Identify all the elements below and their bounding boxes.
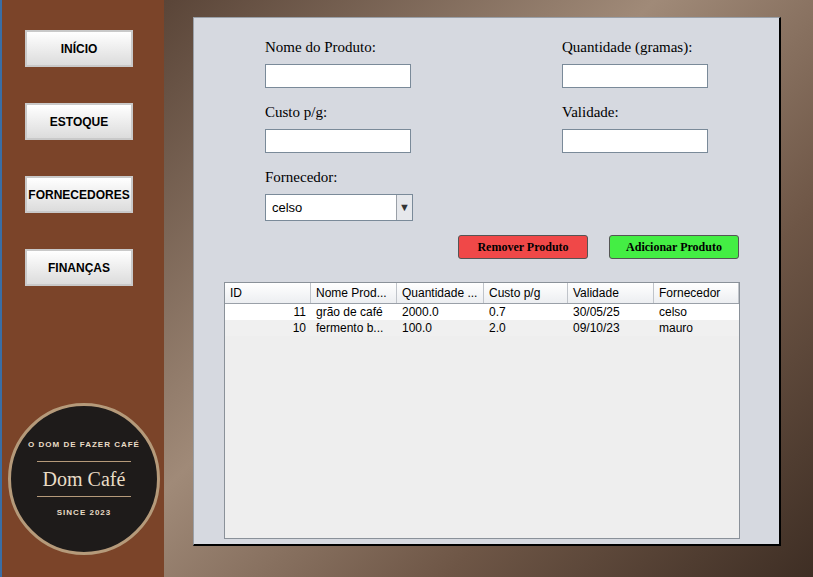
text-input[interactable] bbox=[265, 129, 411, 153]
table-cell: 09/10/23 bbox=[568, 320, 654, 336]
form-field: Quantidade (gramas): bbox=[562, 38, 779, 88]
table-cell: 100.0 bbox=[397, 320, 484, 336]
form-field: Custo p/g: bbox=[265, 103, 562, 153]
product-form: Nome do Produto:Quantidade (gramas):Cust… bbox=[194, 18, 779, 221]
column-header[interactable]: Validade bbox=[568, 283, 654, 303]
table-cell: 11 bbox=[225, 304, 311, 320]
column-header[interactable]: Custo p/g bbox=[484, 283, 568, 303]
table-cell: 2000.0 bbox=[397, 304, 484, 320]
product-panel: Nome do Produto:Quantidade (gramas):Cust… bbox=[193, 17, 781, 546]
table-row[interactable]: 10fermento b...100.02.009/10/23mauro bbox=[225, 320, 739, 336]
table-header: IDNome Prod...Quantidade ...Custo p/gVal… bbox=[225, 283, 739, 304]
remove-product-button[interactable]: Remover Produto bbox=[458, 235, 588, 259]
text-input[interactable] bbox=[265, 64, 411, 88]
table-row[interactable]: 11grão de café2000.00.730/05/25celso bbox=[225, 304, 739, 320]
table-cell: 0.7 bbox=[484, 304, 568, 320]
column-header[interactable]: Nome Prod... bbox=[311, 283, 397, 303]
dropdown-arrow-icon[interactable]: ▼ bbox=[396, 195, 412, 220]
background-photo: Nome do Produto:Quantidade (gramas):Cust… bbox=[164, 0, 813, 577]
sidebar-item[interactable]: INÍCIO bbox=[25, 30, 133, 67]
text-input[interactable] bbox=[562, 64, 708, 88]
add-product-button[interactable]: Adicionar Produto bbox=[609, 235, 739, 259]
column-header[interactable]: Quantidade ... bbox=[397, 283, 484, 303]
table-cell: mauro bbox=[654, 320, 739, 336]
sidebar-item[interactable]: ESTOQUE bbox=[25, 103, 133, 140]
table-cell: celso bbox=[654, 304, 739, 320]
sidebar: INÍCIO ESTOQUE FORNECEDORES FINANÇAS O DOM D… bbox=[0, 0, 164, 577]
column-header[interactable]: ID bbox=[225, 283, 311, 303]
text-input[interactable] bbox=[562, 129, 708, 153]
column-header[interactable]: Fornecedor bbox=[654, 283, 739, 303]
table-cell: 2.0 bbox=[484, 320, 568, 336]
form-field: Validade: bbox=[562, 103, 779, 153]
supplier-select[interactable]: celso▼ bbox=[265, 194, 413, 221]
action-buttons: Remover Produto Adicionar Produto bbox=[194, 235, 779, 259]
product-table: IDNome Prod...Quantidade ...Custo p/gVal… bbox=[224, 282, 740, 539]
table-cell: grão de café bbox=[311, 304, 397, 320]
table-cell: 30/05/25 bbox=[568, 304, 654, 320]
form-field: Nome do Produto: bbox=[265, 38, 562, 88]
sidebar-item[interactable]: FINANÇAS bbox=[25, 249, 133, 286]
table-cell: 10 bbox=[225, 320, 311, 336]
table-cell: fermento b... bbox=[311, 320, 397, 336]
logo: O DOM DE FAZER CAFÉDom CaféSINCE 2023 bbox=[8, 403, 160, 555]
supplier-field: Fornecedor:celso▼ bbox=[265, 168, 562, 221]
sidebar-item[interactable]: FORNECEDORES bbox=[25, 176, 133, 213]
app-window: INÍCIO ESTOQUE FORNECEDORES FINANÇAS O DOM D… bbox=[0, 0, 813, 577]
